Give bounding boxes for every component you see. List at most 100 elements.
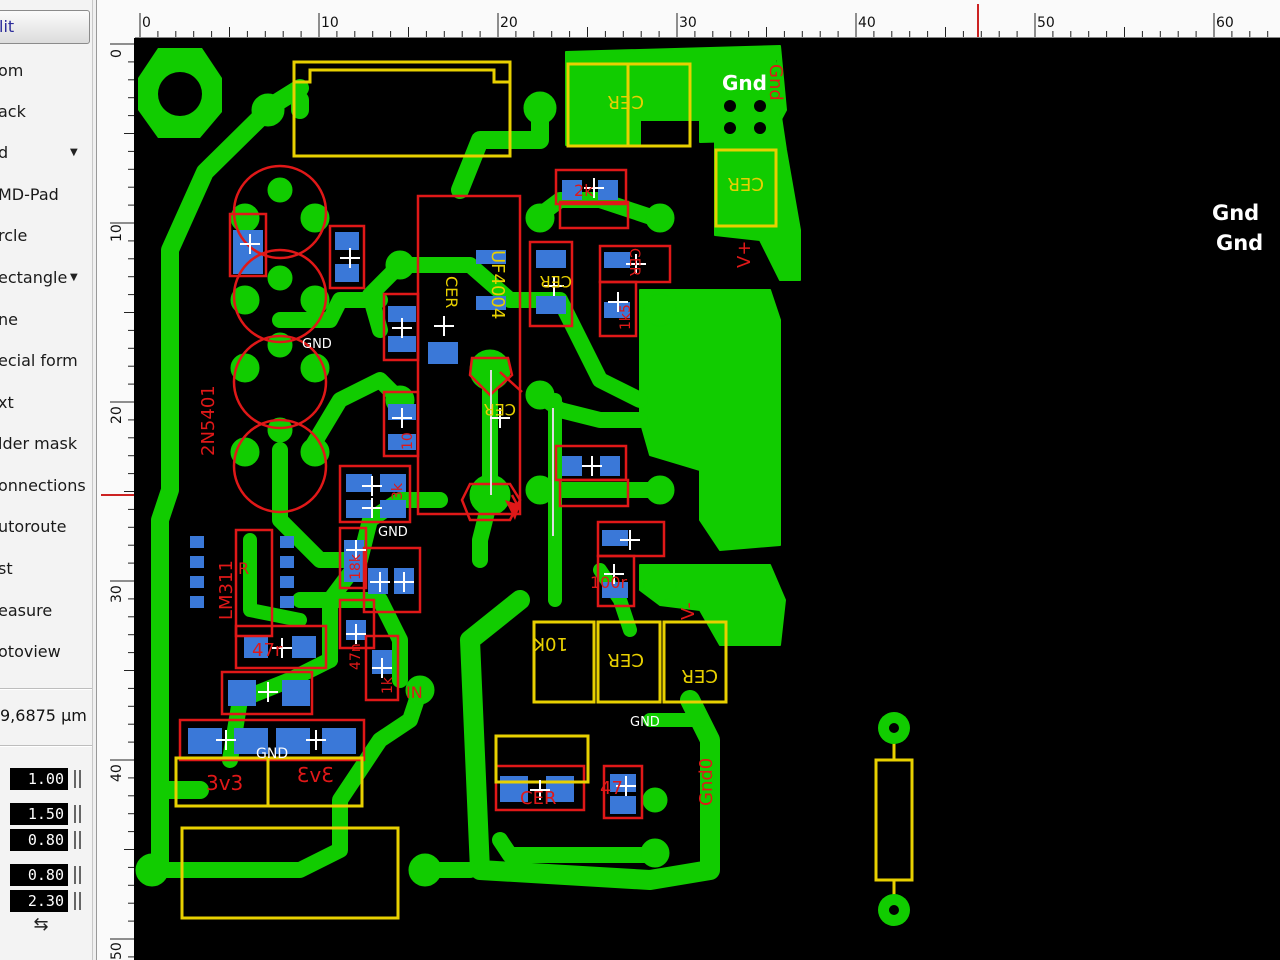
pcb-canvas[interactable]: Gnd Gnd Gnd Gnd V+ V- 2N5401 LM311 R UF4…	[134, 38, 1280, 960]
tool-label: d	[0, 138, 8, 168]
r3k-label: 3k	[390, 482, 406, 500]
ruler-label-v30: 30	[109, 585, 125, 603]
gnd-label-right-1: Gnd	[1212, 201, 1259, 225]
tool-smd-pad-button[interactable]: MD-Pad	[0, 180, 92, 210]
ruler-label-v40: 40	[109, 764, 125, 782]
grid-size-readout[interactable]: 9,6875 µm	[0, 706, 87, 725]
cer-label-1: CER	[608, 91, 644, 112]
tool-edit-button[interactable]: lit	[0, 10, 90, 44]
gnd-silk-5: GND	[775, 60, 777, 63]
r1k-label: 1k	[380, 676, 396, 694]
cer-label-6: CER	[608, 649, 644, 670]
tool-text-button[interactable]: xt	[0, 388, 92, 418]
track-width-spinner[interactable]	[74, 768, 82, 790]
in-label: IN	[406, 683, 423, 702]
cer-label-9: CER	[626, 248, 642, 277]
pad-outer-spinner[interactable]	[74, 803, 82, 825]
ruler-label-0: 0	[142, 15, 151, 31]
r18k-label: 18k	[348, 553, 364, 580]
tool-zone-button[interactable]: ne	[0, 305, 92, 335]
r100r-label: 100r	[590, 573, 628, 592]
pad-inner-spinner[interactable]	[74, 829, 82, 851]
gnd0-label: Gnd0	[696, 758, 717, 806]
r1k5-label: 1k5	[618, 304, 634, 330]
vertical-ruler[interactable]: 0 10 20 30 40 50	[96, 0, 135, 960]
mounting-hole	[138, 48, 222, 138]
ruler-label-50: 50	[1037, 15, 1055, 31]
separator	[0, 745, 92, 747]
cer-label-5: CER	[484, 400, 516, 419]
tool-label: otoview	[0, 642, 61, 661]
tool-label: st	[0, 559, 13, 578]
tool-label: MD-Pad	[0, 185, 59, 204]
gnd-label-top-rotated: Gnd	[765, 64, 786, 101]
tool-label: utoroute	[0, 517, 67, 536]
gnd-drill	[754, 122, 766, 134]
smd-width-field[interactable]: 0.80	[10, 864, 68, 886]
dropdown-arrow-icon[interactable]: ▼	[70, 138, 78, 168]
tool-solder-mask-button[interactable]: lder mask	[0, 429, 92, 459]
ruler-label-60: 60	[1216, 15, 1234, 31]
r10-label: 10	[400, 432, 416, 450]
gnd-label-top: Gnd	[722, 71, 767, 95]
vplus-label: V+	[734, 241, 755, 268]
tool-label: om	[0, 61, 24, 80]
dropdown-arrow-icon[interactable]: ▼	[70, 263, 78, 293]
tool-connections-button[interactable]: onnections	[0, 471, 92, 501]
smd-height-field[interactable]: 2.30	[10, 890, 68, 912]
cer-label-4: CER	[540, 272, 572, 291]
ruler-label-v20: 20	[109, 406, 125, 424]
ruler-label-v50: 50	[109, 942, 125, 960]
tool-measure-button[interactable]: easure	[0, 596, 92, 626]
r3v3-mirror-label: 3v3	[297, 763, 334, 787]
vminus-label: V-	[678, 602, 699, 620]
ruler-label-10: 10	[321, 15, 339, 31]
cer-label-2: CER	[728, 173, 764, 194]
r10k-label: 10K	[532, 633, 568, 654]
track-width-field[interactable]: 1.00	[10, 768, 68, 790]
gnd-silk-2: GND	[378, 525, 408, 540]
r-label: R	[238, 559, 249, 578]
tool-special-form-button[interactable]: ecial form	[0, 346, 92, 376]
gnd-silk-1: GND	[302, 337, 332, 352]
r3v3-label: 3v3	[206, 771, 243, 795]
tool-label: rcle	[0, 226, 28, 245]
swap-icon[interactable]: ⇆	[24, 914, 58, 936]
tool-autoroute-button[interactable]: utoroute	[0, 512, 92, 542]
ruler-label-v10: 10	[109, 224, 125, 242]
tool-label: easure	[0, 601, 53, 620]
tool-photoview-button[interactable]: otoview	[0, 637, 92, 667]
tool-rectangle-button[interactable]: ectangle ▼	[0, 263, 92, 293]
tool-test-button[interactable]: st	[0, 554, 92, 584]
tool-zoom-button[interactable]: om	[0, 56, 92, 86]
r2k-label: 2k	[574, 181, 594, 200]
ruler-label-40: 40	[858, 15, 876, 31]
ruler-label-v0: 0	[109, 49, 125, 58]
horizontal-ruler[interactable]: mm 0 10 20 30 40 50 60	[96, 0, 1280, 38]
gnd-silk-3: GND	[256, 746, 288, 762]
diode-label: UF4004	[487, 250, 508, 319]
tool-circle-button[interactable]: rcle	[0, 221, 92, 251]
r47-label: 47	[600, 778, 623, 799]
gnd-silk-4: GND	[630, 715, 660, 730]
cer-label-7: CER	[682, 665, 718, 686]
ruler-label-20: 20	[500, 15, 518, 31]
tool-label: lit	[0, 17, 15, 36]
tool-track-button[interactable]: ack	[0, 97, 92, 127]
gnd-label-right-2: Gnd	[1216, 231, 1263, 255]
smd-height-spinner[interactable]	[74, 890, 82, 912]
pad-inner-field[interactable]: 0.80	[10, 829, 68, 851]
r47n-label: 47n	[348, 643, 364, 670]
smd-width-spinner[interactable]	[74, 864, 82, 886]
tool-label: ne	[0, 310, 18, 329]
toolbox-panel: lit om ack d▼ MD-Pad rcle ectangle▼ ne e…	[0, 0, 93, 960]
tool-pad-button[interactable]: d▼	[0, 138, 92, 168]
cer-label-8: CER	[520, 788, 556, 809]
tool-label: ack	[0, 102, 26, 121]
gnd-drill	[724, 122, 736, 134]
tool-label: lder mask	[0, 434, 78, 453]
r47r-label: 47r	[252, 640, 283, 661]
ruler-label-30: 30	[679, 15, 697, 31]
comparator-label: LM311	[216, 560, 237, 620]
pad-outer-field[interactable]: 1.50	[10, 803, 68, 825]
